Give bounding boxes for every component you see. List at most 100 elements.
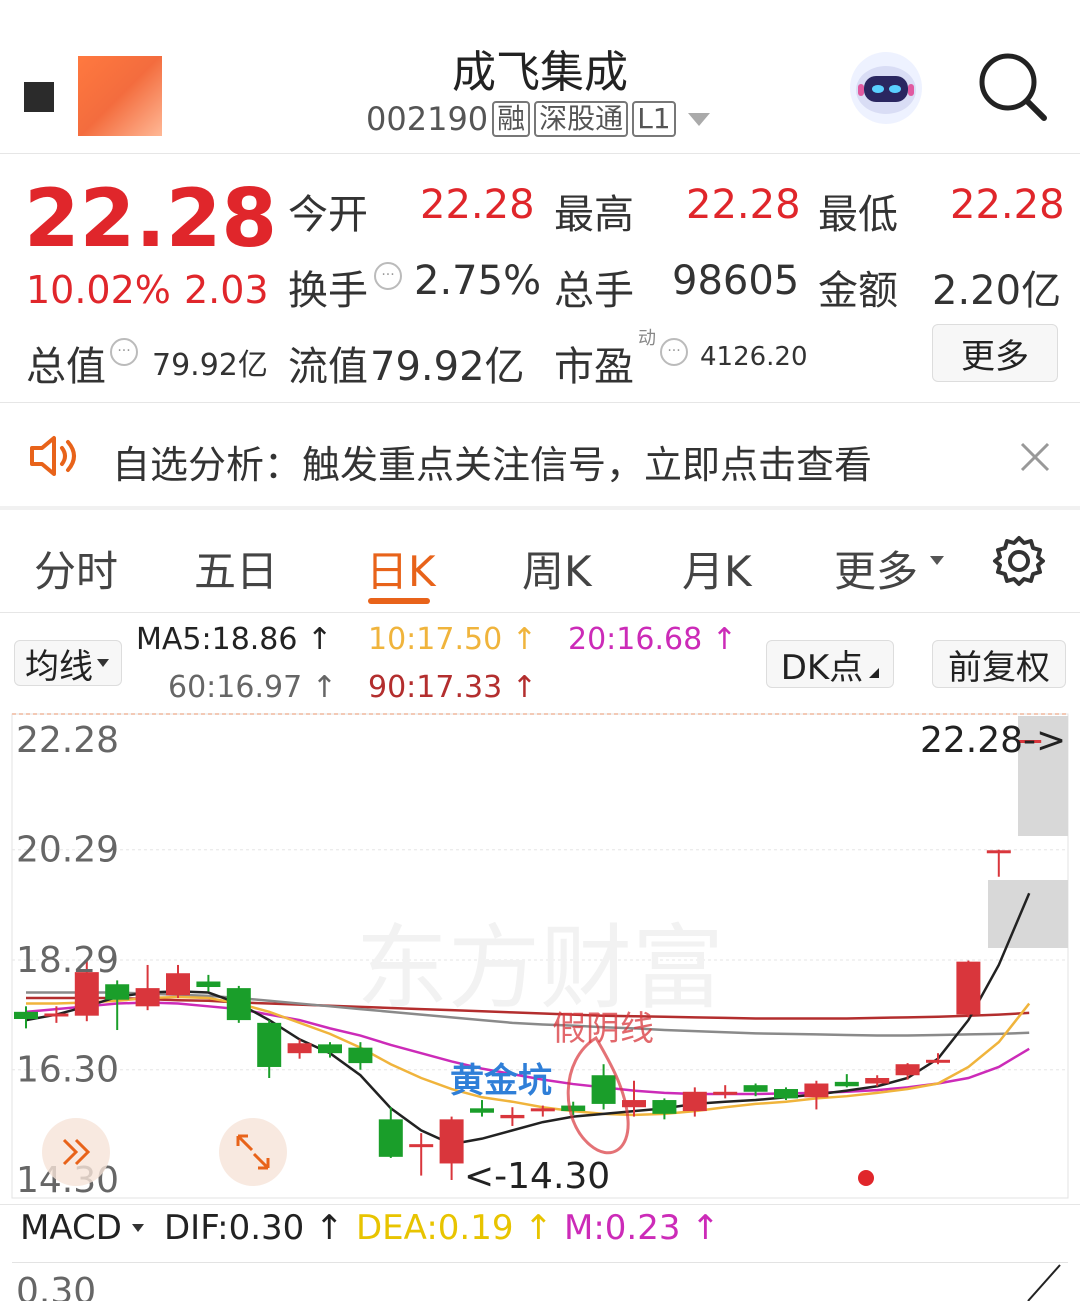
volume-label: 总手 — [554, 268, 634, 314]
annotation-fake-bearish: 假阴线 — [552, 1009, 654, 1049]
chevron-down-icon — [131, 1224, 144, 1232]
candle[interactable] — [14, 1006, 38, 1029]
pe-value: 4126.20 — [700, 342, 808, 372]
dk-point-button[interactable]: DK点 — [766, 640, 894, 688]
macd-m: M:0.23 ↑ — [564, 1208, 720, 1248]
ma5-label: MA5:18.86 — [136, 622, 298, 657]
y-axis-label: 18.29 — [16, 940, 119, 981]
active-tab-indicator — [368, 598, 430, 604]
level-tag: L1 — [632, 101, 676, 137]
search-icon[interactable] — [978, 52, 1050, 124]
candle[interactable] — [166, 964, 190, 999]
stock-code-row[interactable]: 002190 融 深股通 L1 — [366, 100, 710, 138]
corner-triangle-icon — [869, 668, 880, 678]
open-label: 今开 — [288, 192, 368, 238]
candle[interactable] — [196, 974, 221, 992]
float-value: 79.92亿 — [370, 344, 525, 390]
fullscreen-button[interactable] — [219, 1118, 287, 1186]
candle[interactable] — [774, 1087, 798, 1101]
candle[interactable] — [591, 1064, 616, 1110]
y-axis-label: 16.30 — [16, 1050, 119, 1091]
more-quote-button[interactable]: 更多 — [932, 324, 1058, 382]
turnover-value: 2.75% — [414, 258, 542, 304]
tab-daily-k[interactable]: 日K — [366, 538, 436, 599]
macd-select-label: MACD — [20, 1208, 122, 1248]
y-axis-label: 22.28 — [16, 720, 119, 761]
high-label: 最高 — [554, 192, 634, 238]
last-price: 22.28 — [24, 172, 278, 265]
chevron-down-icon[interactable] — [687, 112, 710, 126]
low-value: 22.28 — [950, 182, 1065, 228]
candle[interactable] — [986, 849, 1011, 877]
amount-label: 金额 — [818, 268, 898, 314]
close-icon[interactable] — [1018, 440, 1052, 474]
candle[interactable] — [500, 1107, 525, 1126]
info-icon[interactable]: ··· — [660, 338, 688, 366]
info-icon[interactable]: ··· — [110, 338, 138, 366]
speaker-icon — [28, 434, 84, 478]
candle[interactable] — [652, 1098, 677, 1120]
high-value: 22.28 — [686, 182, 801, 228]
gear-icon[interactable] — [992, 534, 1046, 588]
signal-dot — [858, 1170, 874, 1186]
macd-dea-label: DEA:0.19 — [356, 1208, 514, 1248]
candle[interactable] — [226, 985, 251, 1023]
macd-panel: 0.30 — [12, 1262, 1068, 1301]
candle[interactable] — [804, 1080, 829, 1110]
annotation-golden-pit: 黄金坑 — [450, 1061, 552, 1101]
tab-monthly-k[interactable]: 月K — [682, 538, 752, 599]
robot-assistant-icon[interactable] — [846, 48, 926, 128]
ma5-value: MA5:18.86 ↑ — [136, 622, 333, 657]
macd-dif: DIF:0.30 ↑ — [164, 1208, 344, 1248]
change-percent: 10.02% — [26, 268, 171, 312]
ma10-label: 10:17.50 — [368, 622, 503, 657]
low-label: 最低 — [818, 192, 898, 238]
candle[interactable] — [834, 1074, 859, 1088]
ma20-value: 20:16.68 ↑ — [568, 622, 737, 657]
candle[interactable] — [439, 1116, 464, 1180]
stock-code: 002190 — [366, 100, 489, 138]
tab-weekly-k[interactable]: 周K — [522, 538, 592, 599]
macd-dif-label: DIF:0.30 — [164, 1208, 305, 1248]
candle[interactable] — [470, 1100, 494, 1117]
info-icon[interactable]: ··· — [374, 262, 402, 290]
open-value: 22.28 — [420, 182, 535, 228]
margin-tag: 融 — [492, 101, 531, 137]
chevron-down-icon — [97, 659, 109, 667]
watermark-text: 东方财富 — [356, 915, 724, 1022]
section-gap — [0, 506, 1080, 510]
candle[interactable] — [895, 1063, 920, 1080]
candle[interactable] — [135, 964, 160, 1011]
turnover-label: 换手 — [288, 268, 368, 314]
amount-value: 2.20亿 — [932, 268, 1062, 314]
tab-intraday[interactable]: 分时 — [34, 538, 118, 599]
notice-text[interactable]: 自选分析：触发重点关注信号，立即点击查看 — [112, 434, 872, 489]
ma-select-label: 均线 — [25, 646, 93, 687]
candle[interactable] — [318, 1042, 342, 1058]
candle[interactable] — [926, 1053, 950, 1065]
volume-value: 98605 — [672, 258, 800, 304]
candlestick-chart[interactable]: 东方财富 22.2820.2918.2916.3014.30 22.28-> <… — [0, 700, 1080, 1200]
macd-line — [1027, 1264, 1061, 1301]
macd-dea: DEA:0.19 ↑ — [356, 1208, 553, 1248]
ma10-value: 10:17.50 ↑ — [368, 622, 537, 657]
macd-select[interactable]: MACD — [20, 1208, 144, 1248]
ma-select[interactable]: 均线 — [14, 640, 122, 687]
mktcap-label: 总值 — [26, 344, 106, 390]
candle[interactable] — [713, 1085, 738, 1099]
dk-point-label: DK点 — [780, 647, 864, 688]
candle[interactable] — [956, 960, 981, 1018]
price-range-shade — [988, 880, 1068, 948]
chevron-down-icon[interactable] — [930, 556, 944, 565]
candle[interactable] — [409, 1133, 434, 1176]
low-price-tag: <-14.30 — [464, 1156, 610, 1197]
tab-more[interactable]: 更多 — [834, 538, 918, 599]
candle[interactable] — [348, 1042, 373, 1070]
macd-y-label: 0.30 — [16, 1271, 97, 1301]
y-axis-label: 20.29 — [16, 830, 119, 871]
mktcap-value: 79.92亿 — [152, 348, 268, 383]
adjust-button[interactable]: 前复权 — [932, 640, 1066, 688]
tab-five-day[interactable]: 五日 — [194, 538, 278, 599]
connect-tag: 深股通 — [534, 101, 629, 137]
expand-left-button[interactable] — [42, 1118, 110, 1186]
